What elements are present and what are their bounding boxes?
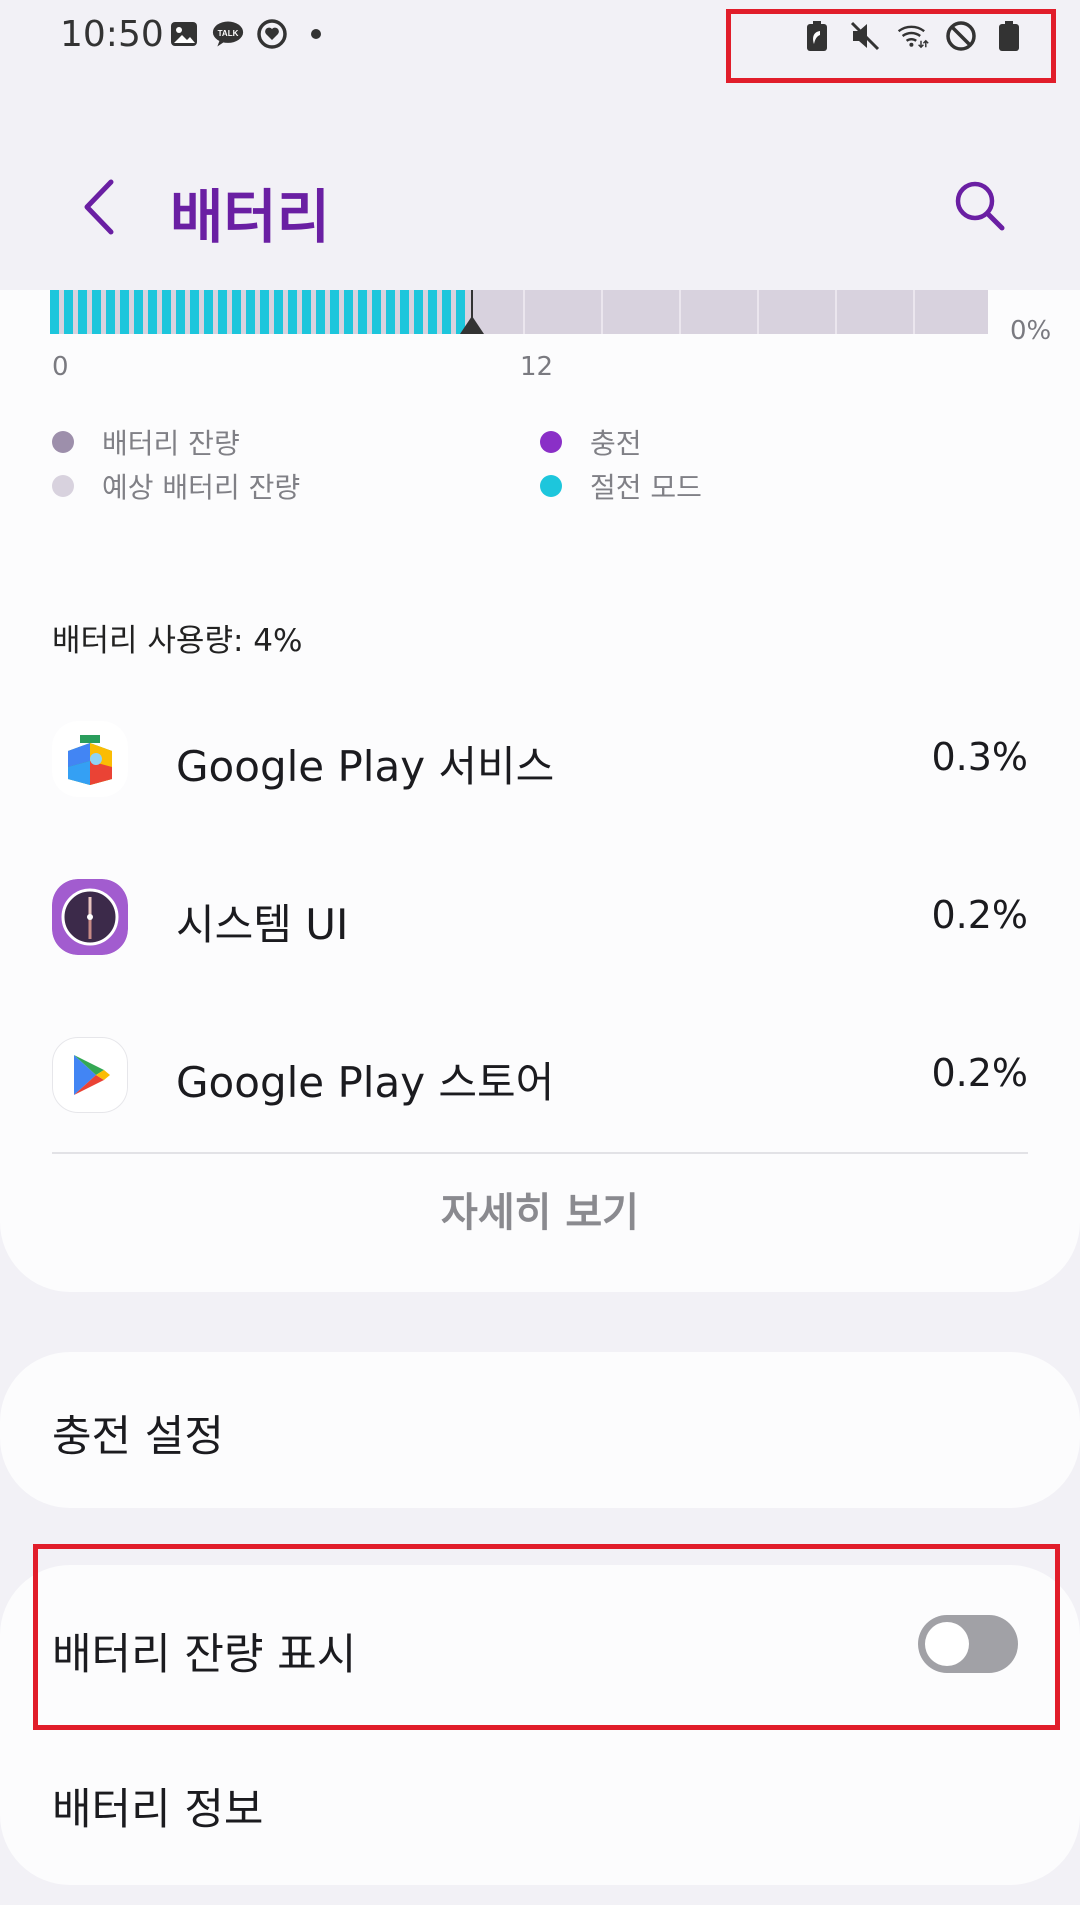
back-button[interactable] — [75, 172, 125, 242]
charging-settings-item[interactable]: 충전 설정 — [52, 1402, 224, 1464]
usage-title: 배터리 사용량: 4% — [52, 623, 303, 659]
app-row-system-ui[interactable]: 시스템 UI 0.2% — [0, 863, 1080, 973]
power-saving-bar — [78, 290, 87, 334]
legend-dot — [52, 431, 74, 453]
app-percent: 0.3% — [931, 735, 1028, 779]
view-details-button[interactable]: 자세히 보기 — [0, 1180, 1080, 1250]
power-saving-bar — [148, 290, 157, 334]
system-ui-icon — [52, 879, 128, 955]
legend-item-charging: 충전 — [540, 420, 702, 464]
chart-legend-left: 배터리 잔량 예상 배터리 잔량 — [52, 420, 300, 508]
battery-usage-card: 0% 0 12 배터리 잔량 예상 배터리 잔량 충전 절전 모드 배터리 사용… — [0, 290, 1080, 1292]
power-saving-bar — [260, 290, 269, 334]
power-saving-bar — [204, 290, 213, 334]
search-button[interactable] — [950, 176, 1010, 236]
power-saving-bar — [64, 290, 73, 334]
power-saving-bar — [120, 290, 129, 334]
power-saving-bar — [246, 290, 255, 334]
app-name: Google Play 스토어 — [176, 1058, 555, 1107]
chart-y-label: 0% — [1010, 316, 1052, 346]
highlight-show-percentage — [33, 1544, 1060, 1730]
search-icon — [955, 181, 1005, 231]
power-saving-bar — [330, 290, 339, 334]
power-saving-bar — [400, 290, 409, 334]
chart-x-tick-0: 0 — [52, 352, 69, 382]
highlight-status-icons — [726, 9, 1056, 83]
battery-info-item[interactable]: 배터리 정보 — [52, 1775, 263, 1837]
dot-icon — [300, 18, 332, 50]
divider — [52, 1152, 1028, 1154]
power-saving-bar — [386, 290, 395, 334]
legend-label: 배터리 잔량 — [102, 427, 240, 460]
kakaotalk-icon: TALK — [212, 18, 244, 50]
legend-item-power-saving: 절전 모드 — [540, 464, 702, 508]
power-saving-bar — [316, 290, 325, 334]
power-saving-bar — [176, 290, 185, 334]
power-saving-bar — [134, 290, 143, 334]
app-percent: 0.2% — [931, 1051, 1028, 1095]
legend-item-remaining: 배터리 잔량 — [52, 420, 300, 464]
chart-legend-right: 충전 절전 모드 — [540, 420, 702, 508]
app-header: 배터리 — [0, 140, 1080, 260]
svg-text:TALK: TALK — [218, 29, 239, 38]
app-name: 시스템 UI — [176, 900, 349, 949]
chart-x-tick-12: 12 — [520, 352, 554, 382]
legend-dot — [52, 475, 74, 497]
heart-app-icon — [256, 18, 288, 50]
gallery-icon — [168, 18, 200, 50]
legend-label: 예상 배터리 잔량 — [102, 471, 301, 504]
charging-settings-card: 충전 설정 — [0, 1352, 1080, 1508]
power-saving-bar — [232, 290, 241, 334]
legend-label: 절전 모드 — [590, 471, 702, 504]
power-saving-bar — [302, 290, 311, 334]
legend-dot — [540, 431, 562, 453]
legend-item-predicted: 예상 배터리 잔량 — [52, 464, 300, 508]
legend-dot — [540, 475, 562, 497]
power-saving-bar — [50, 290, 59, 334]
app-name: Google Play 서비스 — [176, 742, 555, 791]
power-saving-bar — [274, 290, 283, 334]
page-title: 배터리 — [170, 183, 331, 251]
power-saving-bar — [456, 290, 465, 334]
power-saving-bar — [442, 290, 451, 334]
power-saving-bar — [358, 290, 367, 334]
power-saving-bar — [288, 290, 297, 334]
power-saving-bar — [344, 290, 353, 334]
power-saving-bar — [218, 290, 227, 334]
app-row-google-play-store[interactable]: Google Play 스토어 0.2% — [0, 1021, 1080, 1131]
google-play-services-icon — [52, 721, 128, 797]
app-percent: 0.2% — [931, 893, 1028, 937]
google-play-store-icon — [52, 1037, 128, 1113]
power-saving-bar — [428, 290, 437, 334]
status-time: 10:50 — [60, 14, 164, 55]
power-saving-bar — [372, 290, 381, 334]
chevron-left-icon — [84, 179, 114, 235]
legend-label: 충전 — [590, 427, 642, 460]
power-saving-bar — [190, 290, 199, 334]
power-saving-bar — [106, 290, 115, 334]
power-saving-bar — [162, 290, 171, 334]
battery-usage-chart — [50, 290, 988, 334]
power-saving-bar — [92, 290, 101, 334]
power-saving-bar — [414, 290, 423, 334]
app-row-google-play-services[interactable]: Google Play 서비스 0.3% — [0, 705, 1080, 815]
notification-icons: TALK — [168, 18, 332, 50]
